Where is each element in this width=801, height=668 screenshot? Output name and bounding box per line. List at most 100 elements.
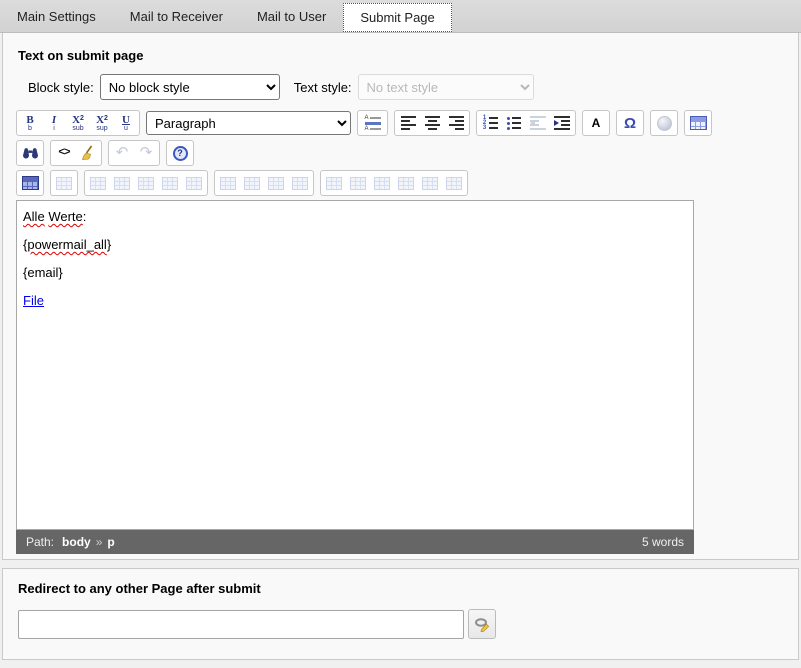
tab-main-settings[interactable]: Main Settings <box>0 0 113 32</box>
toggle-borders-icon <box>22 176 39 190</box>
cell-split-icon <box>446 177 462 190</box>
cell-properties-icon <box>326 177 342 190</box>
editor-paragraph: {email} <box>23 266 687 279</box>
block-style-select[interactable]: No block style <box>100 74 280 100</box>
rte-status-bar: Path: body » p 5 words <box>16 530 694 554</box>
insert-link-button[interactable] <box>652 112 676 134</box>
align-button-group <box>394 110 470 136</box>
help-group: ? <box>166 140 194 166</box>
row-insert-above-button[interactable] <box>110 172 134 194</box>
column-insert-after-button[interactable] <box>240 172 264 194</box>
redo-button[interactable]: ↷ <box>134 142 158 164</box>
toggle-borders-group <box>16 170 44 196</box>
insert-link-group <box>650 110 678 136</box>
cell-properties-button[interactable] <box>322 172 346 194</box>
section-heading: Text on submit page <box>16 33 785 74</box>
text-style-select[interactable]: No text style <box>358 74 534 100</box>
underline-icon: U u <box>122 115 130 132</box>
toggle-borders-button[interactable] <box>18 172 42 194</box>
align-center-button[interactable] <box>420 112 444 134</box>
row-properties-button[interactable] <box>86 172 110 194</box>
outdent-button[interactable] <box>526 112 550 134</box>
row-insert-above-icon <box>114 177 130 190</box>
superscript-button[interactable]: X2 sup <box>90 112 114 134</box>
row-split-button[interactable] <box>182 172 206 194</box>
element-path: Path: body » p <box>26 535 115 549</box>
help-icon: ? <box>173 146 188 161</box>
tab-mail-to-user[interactable]: Mail to User <box>240 0 343 32</box>
format-button-group: B b I i X2 sub X2 sup <box>16 110 140 136</box>
find-replace-icon <box>22 146 39 160</box>
clean-format-button[interactable] <box>76 142 100 164</box>
cell-insert-after-button[interactable] <box>370 172 394 194</box>
row-properties-icon <box>90 177 106 190</box>
word-count: 5 words <box>642 535 684 549</box>
column-split-button[interactable] <box>288 172 312 194</box>
italic-button[interactable]: I i <box>42 112 66 134</box>
underline-button[interactable]: U u <box>114 112 138 134</box>
insert-table-icon <box>690 116 707 130</box>
row-split-icon <box>186 177 202 190</box>
text-color-icon: A <box>592 116 601 130</box>
column-insert-before-button[interactable] <box>216 172 240 194</box>
block-style-label: Block style: <box>28 80 94 95</box>
align-right-button[interactable] <box>444 112 468 134</box>
path-segment-body[interactable]: body <box>62 535 91 549</box>
special-character-group: Ω <box>616 110 644 136</box>
view-source-icon: <> <box>58 147 69 159</box>
cell-insert-before-button[interactable] <box>346 172 370 194</box>
ordered-list-button[interactable] <box>478 112 502 134</box>
row-operations-group <box>84 170 208 196</box>
find-replace-button[interactable] <box>18 142 42 164</box>
align-center-icon <box>425 116 440 130</box>
row-insert-under-button[interactable] <box>134 172 158 194</box>
italic-icon: I i <box>52 115 56 132</box>
editor-paragraph: File <box>23 294 687 307</box>
table-properties-group <box>50 170 78 196</box>
cell-delete-button[interactable] <box>394 172 418 194</box>
rte-toolbar-row-1: B b I i X2 sub X2 sup <box>16 110 785 136</box>
link-wizard-button[interactable] <box>468 609 496 639</box>
indent-icon <box>554 116 570 130</box>
redirect-page-input[interactable] <box>18 610 464 639</box>
subscript-button[interactable]: X2 sub <box>66 112 90 134</box>
tab-submit-page[interactable]: Submit Page <box>343 3 451 32</box>
source-clean-group: <> <box>50 140 102 166</box>
align-left-icon <box>401 116 416 130</box>
column-delete-button[interactable] <box>264 172 288 194</box>
bold-button[interactable]: B b <box>18 112 42 134</box>
cell-delete-icon <box>398 177 414 190</box>
undo-icon: ↶ <box>116 146 129 160</box>
table-properties-icon <box>56 177 72 190</box>
undo-redo-group: ↶ ↷ <box>108 140 160 166</box>
row-delete-icon <box>162 177 178 190</box>
column-insert-after-icon <box>244 177 260 190</box>
column-insert-before-icon <box>220 177 236 190</box>
unordered-list-button[interactable] <box>502 112 526 134</box>
cell-merge-button[interactable] <box>418 172 442 194</box>
file-link[interactable]: File <box>23 293 44 308</box>
table-properties-button[interactable] <box>52 172 76 194</box>
align-right-icon <box>449 116 464 130</box>
path-segment-p[interactable]: p <box>107 535 114 549</box>
help-button[interactable]: ? <box>168 142 192 164</box>
row-delete-button[interactable] <box>158 172 182 194</box>
align-left-button[interactable] <box>396 112 420 134</box>
indent-button[interactable] <box>550 112 574 134</box>
path-label: Path: <box>26 535 54 549</box>
ordered-list-icon <box>483 117 498 130</box>
insert-table-button[interactable] <box>686 112 710 134</box>
rte-editor-area[interactable]: Alle Werte: {powermail_all} {email} File <box>16 200 694 530</box>
cell-split-button[interactable] <box>442 172 466 194</box>
path-separator: » <box>96 535 103 549</box>
special-character-button[interactable]: Ω <box>618 112 642 134</box>
view-source-button[interactable]: <> <box>52 142 76 164</box>
superscript-icon: X2 sup <box>96 115 108 132</box>
horizontal-rule-button[interactable] <box>359 112 386 134</box>
block-format-select[interactable]: Paragraph <box>146 111 351 135</box>
horizontal-rule-icon <box>365 116 381 131</box>
text-color-button[interactable]: A <box>584 112 608 134</box>
tab-mail-to-receiver[interactable]: Mail to Receiver <box>113 0 240 32</box>
rte-toolbar-row-2: <> ↶ ↷ ? <box>16 140 785 166</box>
undo-button[interactable]: ↶ <box>110 142 134 164</box>
